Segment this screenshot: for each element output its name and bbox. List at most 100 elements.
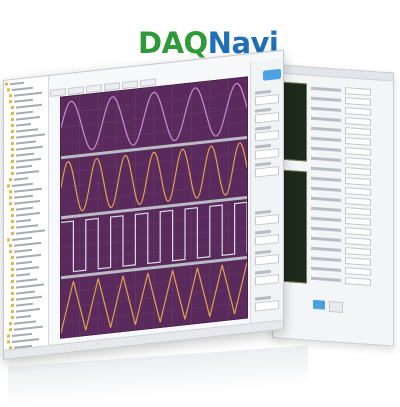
parameter-label: [311, 256, 341, 262]
tree-item-label: [16, 272, 30, 277]
tree-item-label: [16, 277, 37, 283]
parameter-label: [311, 196, 341, 202]
setting-field[interactable]: [255, 254, 279, 266]
tree-item-label: [16, 314, 31, 319]
parameter-label: [311, 86, 341, 92]
parameter-label: [311, 266, 341, 272]
waveform-plot[interactable]: [60, 76, 248, 339]
parameter-field[interactable]: [345, 86, 371, 96]
parameter-field[interactable]: [345, 226, 371, 236]
folder-icon: [9, 328, 12, 332]
parameter-label: [311, 226, 341, 232]
folder-icon: [7, 238, 10, 242]
folder-icon: [9, 244, 12, 248]
parameter-label: [311, 96, 341, 102]
folder-icon: [9, 250, 12, 254]
start-button[interactable]: [263, 68, 281, 81]
setting-field[interactable]: [255, 112, 279, 124]
setting-field[interactable]: [255, 234, 279, 246]
setting-field[interactable]: [255, 214, 279, 226]
window-reflection: [8, 345, 308, 407]
tree-item-label: [14, 319, 36, 325]
parameter-field[interactable]: [345, 96, 371, 106]
settings-side-panel: [250, 58, 283, 325]
parameter-field[interactable]: [345, 176, 371, 186]
parameter-field[interactable]: [345, 246, 371, 256]
tree-item-label: [16, 152, 34, 157]
tree-item-label: [14, 248, 32, 253]
secondary-window-titlebar: [273, 65, 393, 82]
tree-item-label: [16, 223, 38, 229]
parameter-label: [311, 146, 341, 152]
setting-label: [255, 295, 271, 301]
folder-icon: [11, 129, 14, 134]
setting-field[interactable]: [255, 130, 279, 142]
folder-icon: [11, 111, 14, 116]
tree-item-label: [16, 164, 32, 169]
folder-icon: [7, 340, 10, 344]
folder-icon: [11, 225, 14, 230]
setting-field[interactable]: [255, 274, 279, 286]
folder-icon: [11, 297, 14, 302]
setting-label: [255, 161, 271, 167]
setting-field[interactable]: [255, 300, 279, 312]
folder-icon: [9, 196, 12, 200]
parameter-field[interactable]: [345, 156, 371, 166]
device-tree-panel[interactable]: [4, 76, 49, 359]
tree-item-label: [16, 110, 33, 115]
parameter-field[interactable]: [345, 216, 371, 226]
parameter-field[interactable]: [345, 146, 371, 156]
setting-label: [255, 143, 271, 149]
folder-icon: [11, 141, 14, 146]
folder-icon: [9, 178, 12, 182]
main-app-window: [3, 49, 284, 360]
parameter-field[interactable]: [345, 276, 371, 286]
folder-icon: [11, 315, 14, 320]
setting-label: [255, 269, 271, 275]
logo-daq: DAQ: [138, 26, 208, 60]
folder-icon: [11, 309, 14, 314]
folder-icon: [9, 94, 12, 98]
parameter-label: [311, 116, 341, 122]
secondary-stop-button[interactable]: [329, 300, 343, 313]
parameter-field[interactable]: [345, 126, 371, 136]
parameter-field[interactable]: [345, 166, 371, 176]
folder-icon: [11, 261, 14, 266]
folder-icon: [11, 207, 14, 212]
secondary-start-button[interactable]: [313, 299, 325, 310]
parameter-field[interactable]: [345, 266, 371, 276]
folder-icon: [11, 303, 14, 308]
setting-label: [255, 125, 271, 131]
parameter-label: [311, 216, 341, 222]
parameter-field[interactable]: [345, 186, 371, 196]
tree-item-label: [12, 86, 33, 91]
parameter-field[interactable]: [345, 196, 371, 206]
setting-field[interactable]: [255, 166, 279, 178]
tree-item-label: [16, 206, 33, 211]
folder-icon: [11, 165, 14, 170]
parameter-label: [311, 136, 341, 142]
parameter-field[interactable]: [345, 236, 371, 246]
parameter-field[interactable]: [345, 116, 371, 126]
parameter-label: [311, 106, 341, 112]
tree-item-label: [16, 122, 31, 127]
parameter-label: [311, 246, 341, 252]
setting-label: [255, 89, 271, 95]
secondary-app-window: [272, 64, 394, 347]
folder-icon: [11, 117, 14, 122]
folder-icon: [11, 267, 14, 272]
setting-field[interactable]: [255, 148, 279, 160]
folder-icon: [11, 147, 14, 152]
parameter-field[interactable]: [345, 256, 371, 266]
parameter-label: [311, 236, 341, 242]
folder-icon: [11, 153, 14, 158]
parameter-field[interactable]: [345, 136, 371, 146]
parameter-field[interactable]: [345, 106, 371, 116]
folder-icon: [11, 171, 14, 176]
setting-label: [255, 107, 271, 113]
setting-field[interactable]: [255, 94, 279, 106]
parameter-label: [311, 186, 341, 192]
parameter-field[interactable]: [345, 206, 371, 216]
setting-label: [255, 229, 271, 235]
folder-icon: [7, 88, 10, 92]
